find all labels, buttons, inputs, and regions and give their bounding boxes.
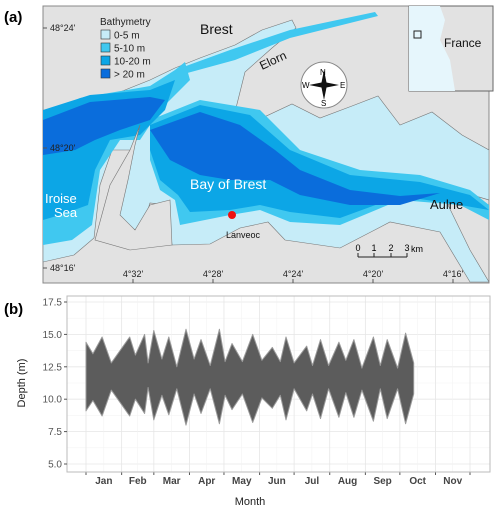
lon-label: 4°24' — [283, 269, 304, 279]
place-iroise-1: Iroise — [45, 191, 77, 206]
bathymetry-legend: Bathymetry 0-5 m 5-10 m 10-20 m > 20 m — [100, 17, 151, 81]
compass-w: W — [302, 81, 310, 90]
legend-item-label: 5-10 m — [114, 44, 145, 55]
lon-label: 4°20' — [363, 269, 384, 279]
place-iroise-2: Sea — [54, 205, 78, 220]
panel-b-label: (b) — [4, 301, 23, 318]
place-bay-of-brest: Bay of Brest — [190, 176, 266, 192]
legend-swatch — [100, 55, 111, 66]
lat-label: 48°20' — [50, 143, 76, 153]
study-site-marker — [228, 211, 236, 219]
depth-chart: 5.0 7.5 10.0 12.5 15.0 17.5 Jan Feb Mar Apr May Jun… — [43, 295, 491, 487]
place-lanveoc: Lanveoc — [226, 230, 261, 240]
place-aulne: Aulne — [430, 197, 463, 212]
x-tick-label: Jun — [268, 476, 286, 487]
compass-e: E — [340, 81, 345, 90]
legend-item-label: 0-5 m — [114, 31, 140, 42]
y-tick-label: 12.5 — [43, 362, 63, 373]
figure: (a) Bathymetry 0-5 m 5-10 m 10-20 m > 20 m … — [4, 5, 494, 508]
legend-item-label: > 20 m — [114, 70, 145, 81]
scale-tick-label: 3 — [404, 243, 409, 253]
x-tick-label: Apr — [198, 476, 215, 487]
scale-unit: km — [411, 244, 423, 254]
compass-rose-icon: N S E W — [300, 61, 348, 109]
place-brest: Brest — [200, 21, 233, 37]
scale-tick-label: 2 — [388, 243, 393, 253]
lon-label: 4°16' — [443, 269, 464, 279]
panel-a-label: (a) — [4, 9, 22, 26]
y-tick-label: 5.0 — [48, 460, 62, 471]
scale-tick-label: 0 — [355, 243, 360, 253]
y-axis-label: Depth (m) — [16, 359, 28, 408]
x-tick-label: Jul — [305, 476, 320, 487]
x-tick-label: Aug — [338, 476, 357, 487]
lon-label: 4°32' — [123, 269, 144, 279]
lat-label: 48°24' — [50, 23, 76, 33]
legend-title: Bathymetry — [100, 17, 151, 28]
x-tick-label: Feb — [129, 476, 147, 487]
map: Bathymetry 0-5 m 5-10 m 10-20 m > 20 m Bres… — [42, 5, 494, 284]
x-axis-label: Month — [235, 496, 266, 508]
x-tick-label: Mar — [163, 476, 181, 487]
x-tick-label: Oct — [409, 476, 426, 487]
y-tick-label: 15.0 — [43, 330, 63, 341]
inset-label: France — [444, 36, 482, 50]
legend-item-label: 10-20 m — [114, 57, 151, 68]
legend-swatch — [100, 42, 111, 53]
inset-map-france: France — [408, 5, 494, 92]
compass-n: N — [320, 68, 326, 77]
lat-label: 48°16' — [50, 263, 76, 273]
x-tick-label: May — [232, 476, 252, 487]
x-tick-label: Sep — [373, 476, 391, 487]
y-tick-label: 17.5 — [43, 298, 63, 309]
scale-tick-label: 1 — [371, 243, 376, 253]
y-tick-label: 7.5 — [48, 427, 62, 438]
lon-label: 4°28' — [203, 269, 224, 279]
legend-swatch — [100, 68, 111, 79]
y-tick-label: 10.0 — [43, 395, 63, 406]
x-tick-label: Jan — [95, 476, 112, 487]
x-tick-label: Nov — [443, 476, 462, 487]
legend-swatch — [100, 29, 111, 40]
compass-s: S — [321, 99, 326, 108]
